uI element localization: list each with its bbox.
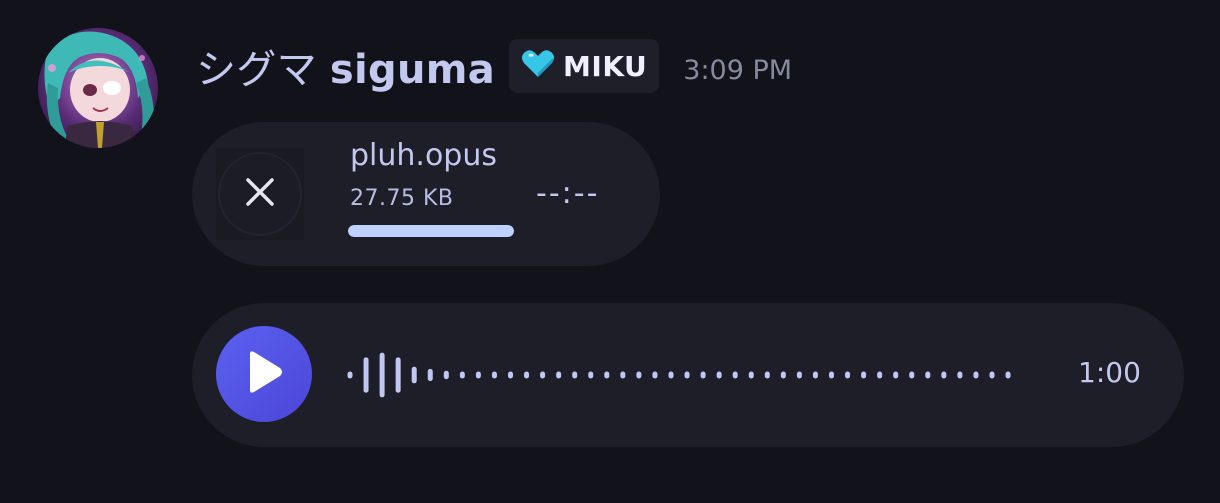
file-thumbnail [216,148,304,240]
username-jp: シグマ [196,47,317,93]
badge-label: MIKU [563,49,648,83]
file-name[interactable]: pluh.opus [350,138,497,173]
voice-waveform[interactable] [340,340,1050,410]
play-icon [244,350,284,398]
chat-message: シグマ siguma MIKU 3:09 PM pluh.opus 27.75 … [0,0,1220,503]
cancel-upload-button[interactable] [218,152,302,236]
close-icon [243,175,277,213]
message-timestamp: 3:09 PM [683,54,793,86]
upload-progress-fill [348,225,514,237]
avatar[interactable] [38,28,158,148]
file-size: 27.75 KB [350,186,454,211]
voice-duration: 1:00 [1078,356,1141,389]
role-badge[interactable]: MIKU [509,39,660,93]
message-header: シグマ siguma MIKU 3:09 PM [196,36,792,96]
upload-progress-bar [348,225,514,237]
file-duration: --:-- [536,176,600,211]
username[interactable]: シグマ siguma [196,37,495,95]
play-button[interactable] [216,326,312,422]
username-latin: siguma [329,47,496,93]
heart-icon [521,49,555,83]
